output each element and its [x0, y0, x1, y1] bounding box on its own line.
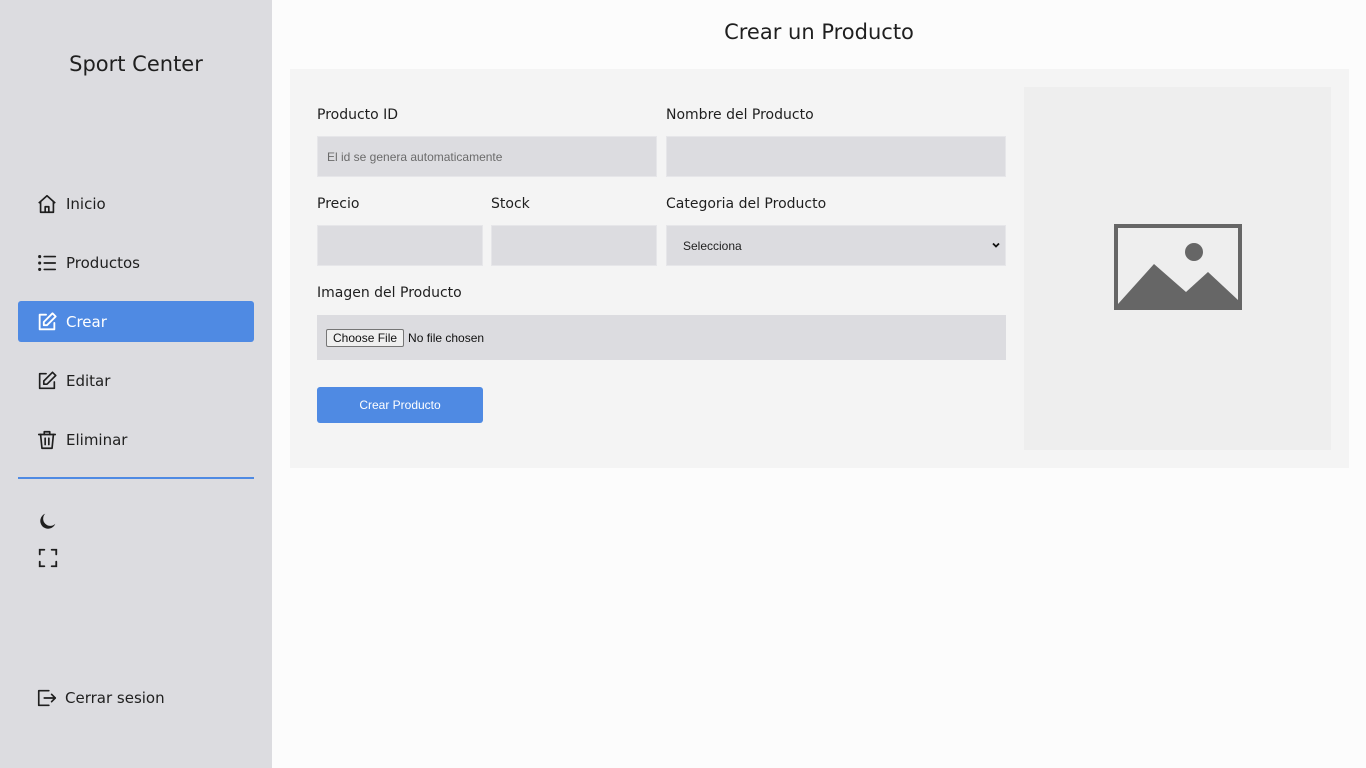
logout-button[interactable]: Cerrar sesion: [36, 686, 165, 710]
chevron-down-icon: [991, 239, 1001, 253]
image-file-input: Choose File No file chosen: [317, 315, 1006, 360]
sidebar-item-inicio[interactable]: Inicio: [18, 183, 254, 224]
brand-title: Sport Center: [69, 52, 203, 76]
edit-square-icon: [36, 311, 58, 333]
price-label: Precio: [317, 196, 360, 212]
image-label: Imagen del Producto: [317, 285, 462, 301]
category-label: Categoria del Producto: [666, 196, 827, 212]
moon-icon: [37, 510, 59, 536]
home-icon: [36, 193, 58, 215]
stock-input[interactable]: [491, 225, 657, 266]
sidebar-item-crear[interactable]: Crear: [18, 301, 254, 342]
product-name-label: Nombre del Producto: [666, 107, 814, 123]
edit-icon: [36, 370, 58, 392]
sidebar-nav: Inicio Productos Crear Editar Eliminar: [18, 183, 254, 478]
price-input[interactable]: [317, 225, 483, 266]
stock-label: Stock: [491, 196, 530, 212]
sidebar-item-label: Editar: [66, 371, 111, 390]
choose-file-button[interactable]: Choose File: [326, 328, 405, 347]
sidebar-item-label: Inicio: [66, 194, 106, 213]
category-select[interactable]: Selecciona: [666, 225, 1006, 266]
file-status-text: No file chosen: [408, 330, 485, 345]
sidebar-item-eliminar[interactable]: Eliminar: [18, 419, 254, 460]
sidebar-item-productos[interactable]: Productos: [18, 242, 254, 283]
product-name-input[interactable]: [666, 136, 1006, 177]
list-icon: [36, 252, 58, 274]
image-placeholder-icon: [1113, 223, 1242, 314]
product-id-label: Producto ID: [317, 107, 399, 123]
page-title: Crear un Producto: [724, 20, 914, 44]
sidebar: Sport Center Inicio Productos Crear Edit…: [0, 0, 272, 768]
logout-label: Cerrar sesion: [65, 689, 165, 707]
fullscreen-toggle[interactable]: [36, 548, 60, 572]
sidebar-divider: [18, 477, 254, 479]
logout-icon: [36, 687, 58, 709]
product-id-input[interactable]: [317, 136, 657, 177]
sidebar-item-editar[interactable]: Editar: [18, 360, 254, 401]
category-selected-value: Selecciona: [683, 238, 742, 253]
sidebar-item-label: Productos: [66, 253, 140, 272]
sidebar-item-label: Eliminar: [66, 430, 128, 449]
trash-icon: [36, 429, 58, 451]
dark-mode-toggle[interactable]: [36, 511, 60, 535]
sidebar-item-label: Crear: [66, 312, 107, 331]
create-product-button[interactable]: Crear Producto: [317, 387, 483, 423]
image-preview: [1024, 87, 1331, 450]
fullscreen-icon: [37, 547, 59, 573]
